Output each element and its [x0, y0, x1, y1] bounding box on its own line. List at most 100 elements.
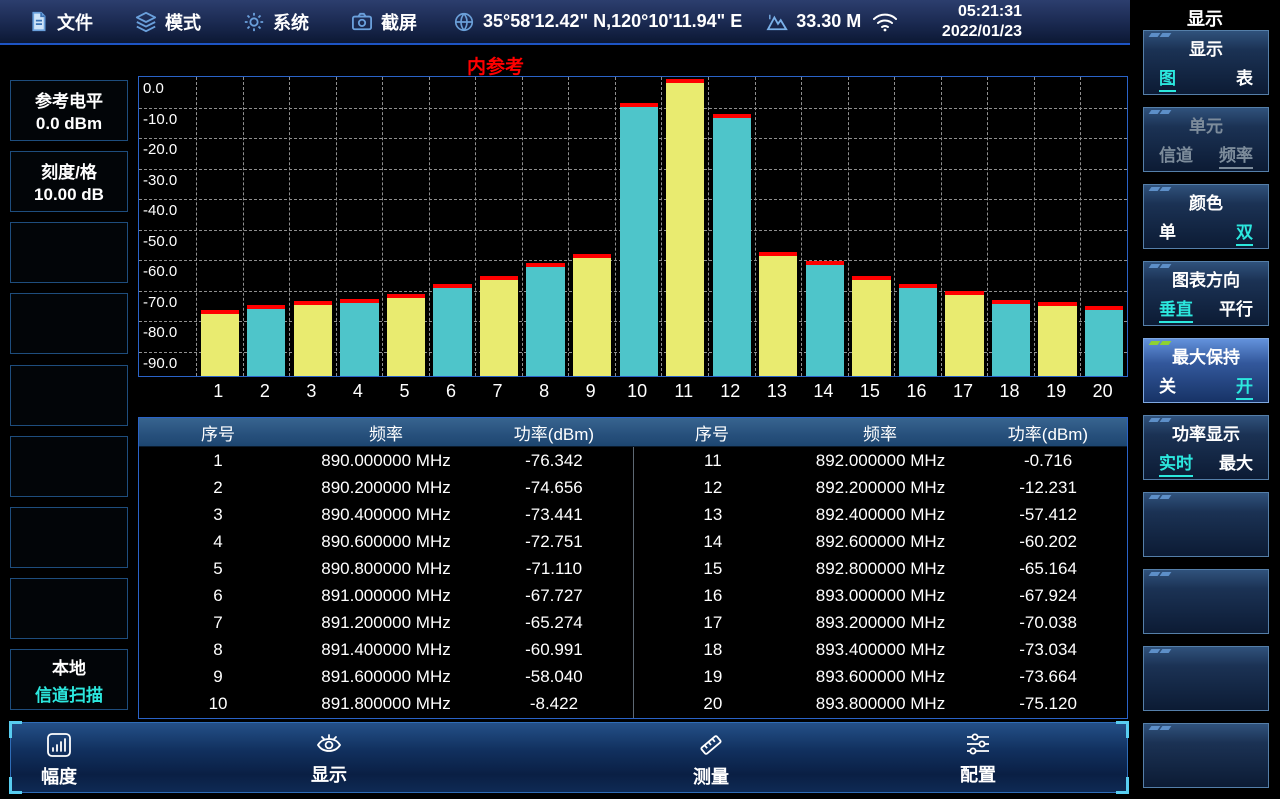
sidebar-button-5[interactable]: 最大保持关开: [1143, 338, 1269, 403]
button-corner-decor: [1150, 341, 1170, 345]
y-axis-tick-label: -10.0: [143, 111, 177, 128]
channel-bar-9: [573, 258, 611, 376]
channel-bar-19: [1038, 306, 1076, 376]
x-axis-tick-label: 18: [986, 381, 1033, 402]
table-cell-no: 7: [139, 613, 297, 633]
table-cell-no: 8: [139, 640, 297, 660]
max-hold-cap: [387, 294, 425, 298]
softkey-empty[interactable]: [10, 365, 128, 426]
screenshot-icon: [351, 12, 373, 32]
softkey-9[interactable]: 本地信道扫描: [10, 649, 128, 710]
table-row: 5890.800000 MHz-71.110: [139, 555, 633, 582]
table-row: 12892.200000 MHz-12.231: [634, 474, 1127, 501]
option-实时[interactable]: 实时: [1159, 449, 1193, 477]
table-cell-power: -58.040: [475, 667, 633, 687]
option-信道[interactable]: 信道: [1159, 141, 1193, 169]
channel-bar-15: [852, 280, 890, 376]
table-header-row: 序号 频率 功率(dBm) 序号 频率 功率(dBm): [139, 418, 1127, 447]
softkey-empty[interactable]: [10, 293, 128, 354]
table-cell-freq: 890.000000 MHz: [297, 451, 475, 471]
sidebar-button-empty: [1143, 569, 1269, 634]
bottom-menu-amplitude[interactable]: 幅度: [41, 731, 77, 789]
table-cell-power: -60.202: [969, 532, 1127, 552]
bar-slot: [755, 77, 802, 376]
channel-bar-10: [620, 107, 658, 376]
table-row: 6891.000000 MHz-67.727: [139, 582, 633, 609]
x-axis-tick-label: 19: [1033, 381, 1080, 402]
softkey-empty[interactable]: [10, 222, 128, 283]
table-row: 20893.800000 MHz-75.120: [634, 691, 1127, 718]
button-options: 关开: [1144, 372, 1268, 400]
corner-bracket: [1116, 721, 1129, 738]
table-row: 14892.600000 MHz-60.202: [634, 528, 1127, 555]
bottom-menu-bar: 幅度 显示 测量 配置: [10, 722, 1128, 793]
x-axis-tick-label: 13: [754, 381, 801, 402]
bottom-menu-config-sliders[interactable]: 配置: [960, 731, 996, 787]
option-最大[interactable]: 最大: [1219, 449, 1253, 477]
menu-item-screenshot[interactable]: 截屏: [351, 9, 417, 35]
x-axis-tick-label: 20: [1079, 381, 1126, 402]
button-corner-decor: [1150, 726, 1170, 730]
table-row: 17893.200000 MHz-70.038: [634, 610, 1127, 637]
option-表[interactable]: 表: [1236, 64, 1253, 92]
max-hold-cap: [247, 305, 285, 309]
bar-slot: [615, 77, 662, 376]
option-频率[interactable]: 频率: [1219, 141, 1253, 169]
softkey-2[interactable]: 刻度/格10.00 dB: [10, 151, 128, 212]
decor-stripe: [1160, 341, 1172, 345]
softkey-1[interactable]: 参考电平0.0 dBm: [10, 80, 128, 141]
decor-stripe: [1160, 418, 1172, 422]
option-关[interactable]: 关: [1159, 372, 1176, 400]
bar-slot: [475, 77, 522, 376]
corner-bracket: [9, 721, 22, 738]
option-单[interactable]: 单: [1159, 218, 1176, 246]
button-options: 图表: [1144, 64, 1268, 92]
softkey-empty[interactable]: [10, 507, 128, 568]
table-cell-freq: 892.800000 MHz: [792, 559, 969, 579]
menu-item-file[interactable]: 文件: [28, 9, 93, 35]
max-hold-cap: [573, 254, 611, 258]
corner-bracket: [9, 777, 22, 794]
option-开[interactable]: 开: [1236, 372, 1253, 400]
table-cell-freq: 892.600000 MHz: [792, 532, 969, 552]
button-title: 颜色: [1144, 189, 1268, 214]
menu-item-mode[interactable]: 模式: [135, 9, 201, 35]
option-图[interactable]: 图: [1159, 64, 1176, 92]
softkey-value: 10.00 dB: [34, 185, 104, 205]
table-row: 9891.600000 MHz-58.040: [139, 664, 633, 691]
sidebar-button-empty: [1143, 492, 1269, 557]
sidebar-button-3[interactable]: 颜色单 双: [1143, 184, 1269, 249]
channel-data-table: 序号 频率 功率(dBm) 序号 频率 功率(dBm) 1890.000000 …: [138, 417, 1128, 719]
bottom-menu-measure-ruler[interactable]: 测量: [693, 731, 729, 789]
channel-bar-7: [480, 280, 518, 376]
softkey-value: 信道扫描: [35, 681, 103, 706]
sidebar-button-empty: [1143, 646, 1269, 711]
col-header-power: 功率(dBm): [969, 420, 1127, 445]
max-hold-cap: [1085, 306, 1123, 310]
option-平行[interactable]: 平行: [1219, 295, 1253, 323]
table-cell-power: -73.441: [475, 505, 633, 525]
button-title: 显示: [1144, 35, 1268, 60]
sidebar-button-4[interactable]: 图表方向垂直平行: [1143, 261, 1269, 326]
table-row: 15892.800000 MHz-65.164: [634, 555, 1127, 582]
softkey-empty[interactable]: [10, 436, 128, 497]
table-row: 18893.400000 MHz-73.034: [634, 637, 1127, 664]
sidebar-button-6[interactable]: 功率显示实时最大: [1143, 415, 1269, 480]
x-axis-tick-label: 9: [567, 381, 614, 402]
altitude-status: 33.30 M: [766, 11, 861, 32]
menu-item-system-gear[interactable]: 系统: [243, 9, 309, 35]
table-cell-no: 15: [634, 559, 792, 579]
option-垂直[interactable]: 垂直: [1159, 295, 1193, 323]
bottom-menu-display-eye[interactable]: 显示: [311, 731, 347, 787]
max-hold-cap: [945, 291, 983, 295]
max-hold-cap: [294, 301, 332, 305]
x-axis-tick-label: 12: [707, 381, 754, 402]
softkey-empty[interactable]: [10, 578, 128, 639]
option-双[interactable]: 双: [1236, 218, 1253, 246]
sidebar-button-1[interactable]: 显示图表: [1143, 30, 1269, 95]
max-hold-cap: [340, 299, 378, 303]
bar-slot: [987, 77, 1034, 376]
table-cell-power: -71.110: [475, 559, 633, 579]
table-cell-freq: 890.800000 MHz: [297, 559, 475, 579]
table-row: 10891.800000 MHz-8.422: [139, 691, 633, 718]
